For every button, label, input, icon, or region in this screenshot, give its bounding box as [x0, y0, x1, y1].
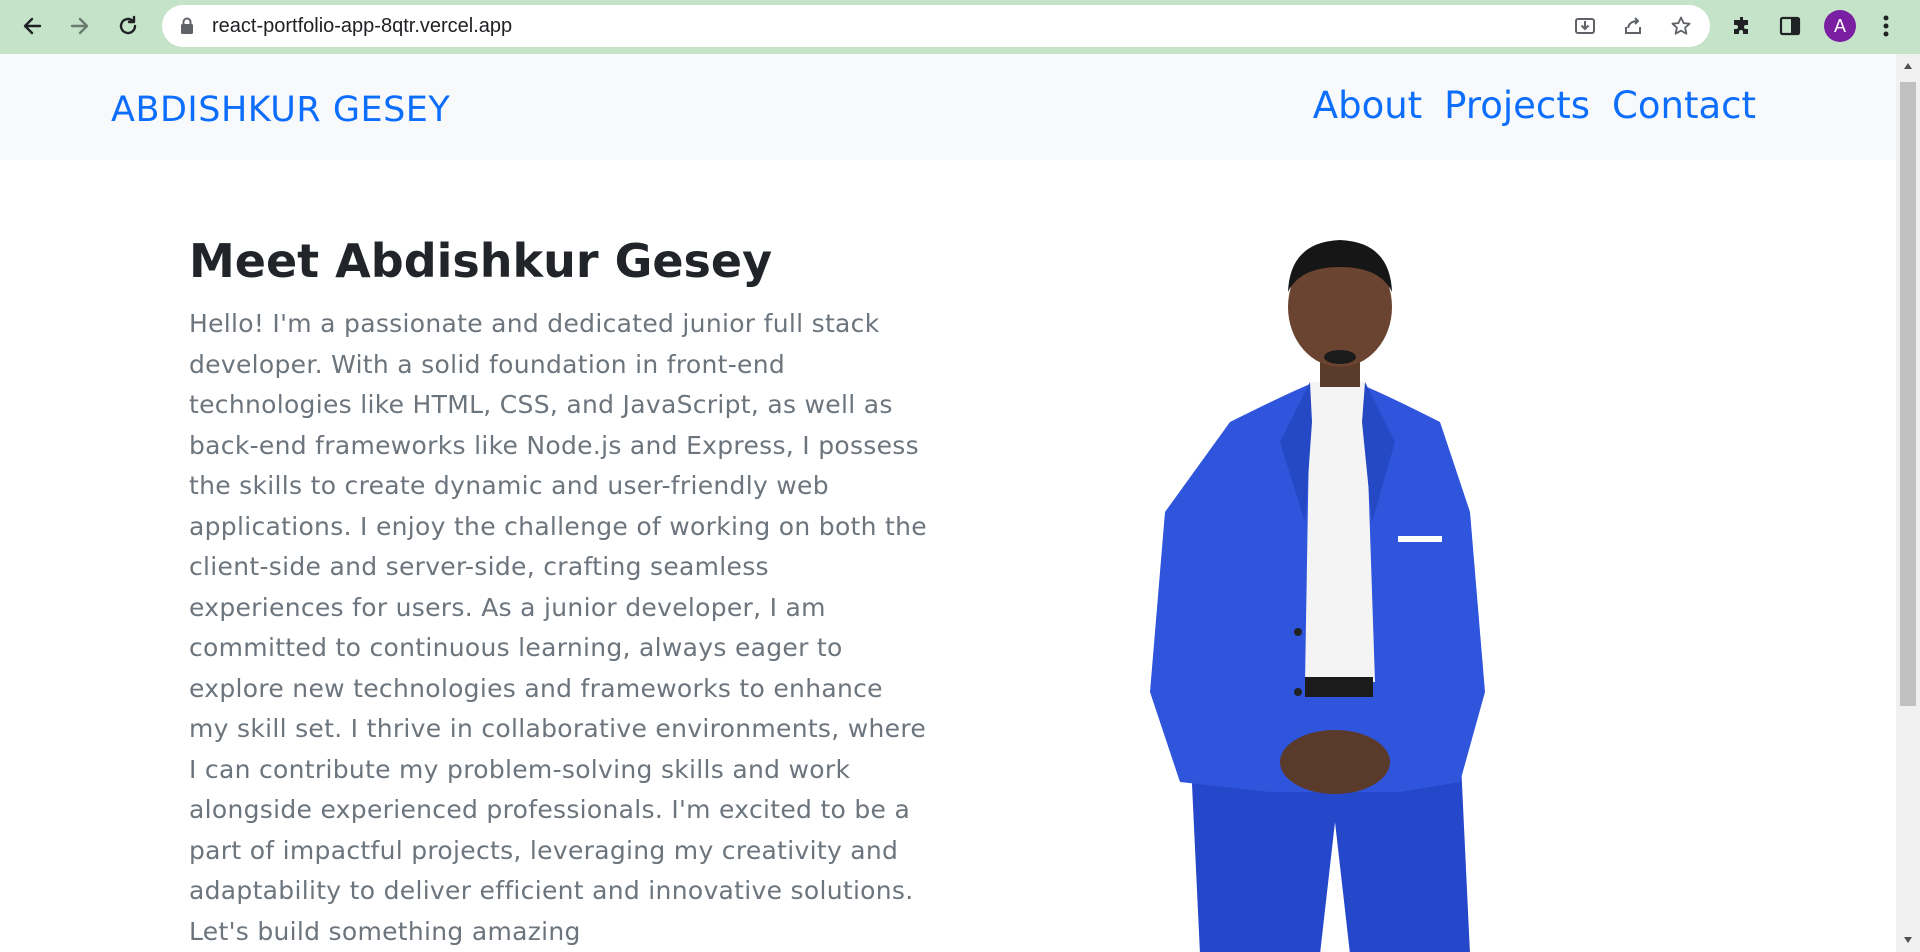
forward-icon[interactable] [60, 6, 100, 46]
url-text[interactable]: react-portfolio-app-8qtr.vercel.app [212, 15, 512, 38]
back-icon[interactable] [12, 6, 52, 46]
more-menu-icon[interactable] [1866, 6, 1906, 46]
scroll-down-icon[interactable] [1896, 928, 1920, 952]
scrollbar-thumb[interactable] [1900, 82, 1916, 706]
browser-toolbar: react-portfolio-app-8qtr.vercel.app A [0, 0, 1920, 54]
profile-photo [1150, 240, 1485, 952]
nav-link-contact[interactable]: Contact [1612, 84, 1756, 127]
share-icon[interactable] [1616, 9, 1650, 43]
bio-paragraph: Hello! I'm a passionate and dedicated ju… [189, 309, 927, 946]
brand-logo[interactable]: ABDISHKUR GESEY [111, 90, 450, 130]
page-scrollbar[interactable] [1896, 54, 1920, 952]
reload-icon[interactable] [108, 6, 148, 46]
page-title: Meet Abdishkur Gesey [189, 234, 773, 288]
nav-link-about[interactable]: About [1313, 84, 1422, 127]
page-content: ABDISHKUR GESEY About Projects Contact M… [0, 54, 1896, 952]
side-panel-icon[interactable] [1770, 6, 1810, 46]
install-icon[interactable] [1568, 9, 1602, 43]
extensions-icon[interactable] [1722, 6, 1762, 46]
nav-link-projects[interactable]: Projects [1444, 84, 1590, 127]
scroll-up-icon[interactable] [1896, 54, 1920, 78]
site-navbar: ABDISHKUR GESEY About Projects Contact [0, 54, 1896, 160]
lock-icon[interactable] [180, 17, 194, 39]
bookmark-star-icon[interactable] [1664, 9, 1698, 43]
address-bar[interactable]: react-portfolio-app-8qtr.vercel.app [162, 5, 1710, 47]
profile-avatar[interactable]: A [1824, 10, 1856, 42]
nav-links: About Projects Contact [1313, 84, 1756, 127]
